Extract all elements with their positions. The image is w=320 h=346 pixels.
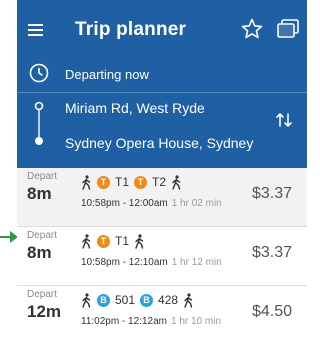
- depart-in: 8m: [27, 184, 52, 203]
- clock-icon: [29, 63, 49, 83]
- route-label: 501: [115, 293, 136, 307]
- depart-label: Depart: [27, 289, 58, 300]
- swap-icon[interactable]: [274, 110, 294, 130]
- trip-legs: T T1 T T2: [81, 173, 182, 191]
- walk-icon: [135, 233, 144, 249]
- trip-option[interactable]: Depart 8m T T1 T T2 10:58pm - 12:00am 1 h…: [17, 168, 307, 226]
- walk-icon: [82, 292, 91, 308]
- train-badge-icon: T: [97, 234, 110, 248]
- trip-price: $3.37: [251, 244, 292, 261]
- depart-label: Depart: [27, 171, 58, 182]
- departing-label: Departing now: [65, 67, 149, 82]
- saved-trips-icon[interactable]: [276, 19, 300, 41]
- trip-option[interactable]: Depart 8m T T1 10:58pm - 12:10am 1 hr 12 …: [17, 227, 307, 285]
- walk-icon: [82, 233, 91, 249]
- time-range: 10:58pm - 12:10am: [81, 257, 168, 268]
- depart-in: 12m: [27, 302, 62, 321]
- train-badge-icon: T: [97, 175, 110, 189]
- app-bar: Trip planner: [17, 0, 307, 58]
- depart-in: 8m: [27, 243, 52, 262]
- bus-badge-icon: B: [97, 293, 110, 307]
- departing-time-selector[interactable]: Departing now: [17, 58, 307, 90]
- trip-times: 10:58pm - 12:10am 1 hr 12 min: [81, 257, 222, 268]
- trip-planner-screen: Trip planner Departing now Miriam Rd, We: [17, 0, 307, 346]
- time-range: 10:58pm - 12:00am: [81, 198, 168, 209]
- star-icon[interactable]: [240, 17, 264, 41]
- arrow-pointer-icon: [0, 231, 18, 243]
- walk-icon: [184, 292, 193, 308]
- walk-icon: [82, 174, 91, 190]
- trip-price: $3.37: [251, 185, 292, 202]
- route-label: 428: [158, 293, 179, 307]
- time-range: 11:02pm - 12:12am: [81, 316, 167, 327]
- page-title: Trip planner: [75, 19, 187, 40]
- trip-duration: 1 hr 10 min: [170, 316, 222, 327]
- trip-duration: 1 hr 12 min: [171, 257, 222, 268]
- route-line-icon: [34, 101, 44, 145]
- destination-field[interactable]: Sydney Opera House, Sydney: [65, 135, 253, 151]
- trip-times: 10:58pm - 12:00am 1 hr 02 min: [81, 198, 222, 209]
- trip-times: 11:02pm - 12:12am 1 hr 10 min: [81, 316, 221, 327]
- train-badge-icon: T: [134, 175, 148, 189]
- origin-field[interactable]: Miriam Rd, West Ryde: [65, 100, 205, 116]
- trip-duration: 1 hr 02 min: [171, 198, 222, 209]
- trip-header: Trip planner Departing now Miriam Rd, We: [17, 0, 307, 168]
- menu-icon[interactable]: [25, 18, 49, 42]
- header-divider: [17, 92, 307, 93]
- route-label: T2: [152, 175, 167, 189]
- trip-legs: B 501 B 428: [81, 291, 194, 309]
- bus-badge-icon: B: [140, 293, 154, 307]
- trip-legs: T T1: [81, 232, 145, 250]
- route-label: T1: [115, 175, 130, 189]
- depart-label: Depart: [27, 230, 58, 241]
- route-label: T1: [115, 234, 130, 248]
- trip-option[interactable]: Depart 12m B 501 B 428 11:02pm - 12:12am…: [17, 286, 307, 344]
- trip-price: $4.50: [251, 303, 292, 320]
- walk-icon: [172, 174, 181, 190]
